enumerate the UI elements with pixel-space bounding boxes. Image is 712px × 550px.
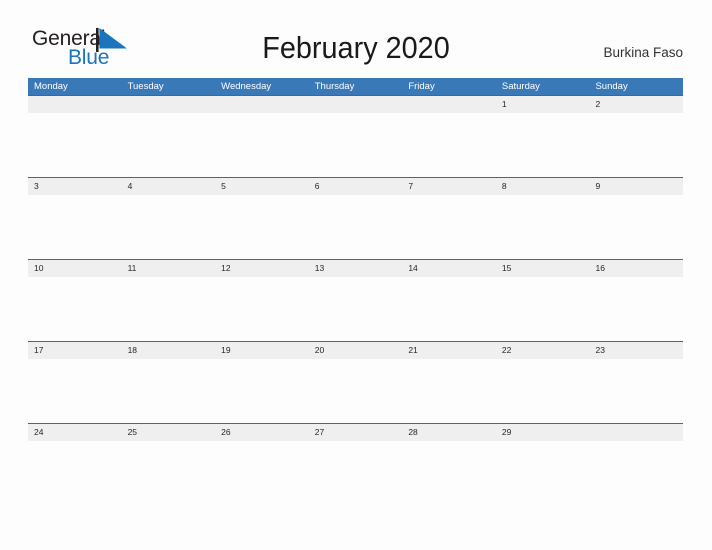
day-number[interactable]: 23 [589,342,683,359]
day-number[interactable]: 2 [589,96,683,113]
day-number[interactable]: 20 [309,342,403,359]
day-cell-body[interactable] [496,359,590,423]
calendar-week-row: 10 11 12 13 14 15 16 [28,259,683,341]
day-cell-body[interactable] [589,195,683,259]
day-cell-body[interactable] [589,277,683,341]
day-number[interactable]: 16 [589,260,683,277]
day-number[interactable]: 19 [215,342,309,359]
page-header: General Blue February 2020 Burkina Faso [0,0,712,78]
day-number[interactable]: 14 [402,260,496,277]
day-number[interactable]: 13 [309,260,403,277]
day-number[interactable]: 18 [122,342,216,359]
day-cell-body[interactable] [589,441,683,505]
day-cell-body[interactable] [589,113,683,177]
day-cell-body[interactable] [122,113,216,177]
page-title: February 2020 [262,30,450,65]
week-date-strip: 3 4 5 6 7 8 9 [28,178,683,195]
calendar-week-row: 17 18 19 20 21 22 23 [28,341,683,423]
day-cell-body[interactable] [28,441,122,505]
day-number[interactable] [589,424,683,441]
week-date-strip: 24 25 26 27 28 29 [28,424,683,441]
day-number[interactable]: 25 [122,424,216,441]
day-number[interactable]: 8 [496,178,590,195]
weekday-header-row: Monday Tuesday Wednesday Thursday Friday… [28,78,683,95]
week-event-strip [28,359,683,423]
week-date-strip: 10 11 12 13 14 15 16 [28,260,683,277]
week-date-strip: 1 2 [28,96,683,113]
day-cell-body[interactable] [28,113,122,177]
day-cell-body[interactable] [309,441,403,505]
day-cell-body[interactable] [309,359,403,423]
day-number[interactable]: 28 [402,424,496,441]
day-number[interactable]: 22 [496,342,590,359]
day-number[interactable] [28,96,122,113]
day-number[interactable]: 6 [309,178,403,195]
weekday-header-friday: Friday [408,81,435,92]
day-cell-body[interactable] [402,195,496,259]
week-date-strip: 17 18 19 20 21 22 23 [28,342,683,359]
day-cell-body[interactable] [28,277,122,341]
day-cell-body[interactable] [122,195,216,259]
calendar-week-row: 3 4 5 6 7 8 9 [28,177,683,259]
weekday-header-saturday: Saturday [501,81,540,92]
day-cell-body[interactable] [28,359,122,423]
day-number[interactable]: 29 [496,424,590,441]
day-number[interactable]: 12 [215,260,309,277]
day-cell-body[interactable] [215,195,309,259]
day-cell-body[interactable] [402,359,496,423]
weekday-header-sunday: Sunday [595,81,628,92]
day-number[interactable] [309,96,403,113]
day-number[interactable]: 3 [28,178,122,195]
day-number[interactable]: 10 [28,260,122,277]
calendar-week-row: 24 25 26 27 28 29 [28,423,683,505]
weekday-header-tuesday: Tuesday [127,81,164,92]
day-number[interactable]: 15 [496,260,590,277]
day-cell-body[interactable] [215,359,309,423]
day-cell-body[interactable] [496,113,590,177]
day-cell-body[interactable] [309,277,403,341]
week-event-strip [28,195,683,259]
day-number[interactable]: 17 [28,342,122,359]
week-event-strip [28,441,683,505]
day-number[interactable]: 1 [496,96,590,113]
day-cell-body[interactable] [122,277,216,341]
weekday-header-thursday: Thursday [314,81,355,92]
day-number[interactable]: 26 [215,424,309,441]
calendar-grid: Monday Tuesday Wednesday Thursday Friday… [28,78,683,505]
day-number[interactable]: 9 [589,178,683,195]
day-cell-body[interactable] [215,277,309,341]
day-number[interactable] [122,96,216,113]
day-cell-body[interactable] [496,195,590,259]
day-cell-body[interactable] [402,113,496,177]
day-number[interactable]: 21 [402,342,496,359]
day-cell-body[interactable] [589,359,683,423]
day-cell-body[interactable] [402,277,496,341]
day-cell-body[interactable] [309,113,403,177]
calendar-week-row: 1 2 [28,95,683,177]
day-number[interactable] [402,96,496,113]
day-cell-body[interactable] [215,113,309,177]
day-cell-body[interactable] [309,195,403,259]
day-cell-body[interactable] [122,441,216,505]
country-label: Burkina Faso [603,45,683,60]
week-event-strip [28,113,683,177]
day-number[interactable]: 11 [122,260,216,277]
day-number[interactable]: 24 [28,424,122,441]
day-number[interactable] [215,96,309,113]
week-event-strip [28,277,683,341]
weekday-header-wednesday: Wednesday [221,81,272,92]
day-cell-body[interactable] [28,195,122,259]
day-number[interactable]: 7 [402,178,496,195]
weekday-header-monday: Monday [34,81,68,92]
day-cell-body[interactable] [215,441,309,505]
day-number[interactable]: 5 [215,178,309,195]
day-cell-body[interactable] [496,441,590,505]
day-cell-body[interactable] [402,441,496,505]
day-cell-body[interactable] [122,359,216,423]
day-number[interactable]: 4 [122,178,216,195]
day-cell-body[interactable] [496,277,590,341]
day-number[interactable]: 27 [309,424,403,441]
